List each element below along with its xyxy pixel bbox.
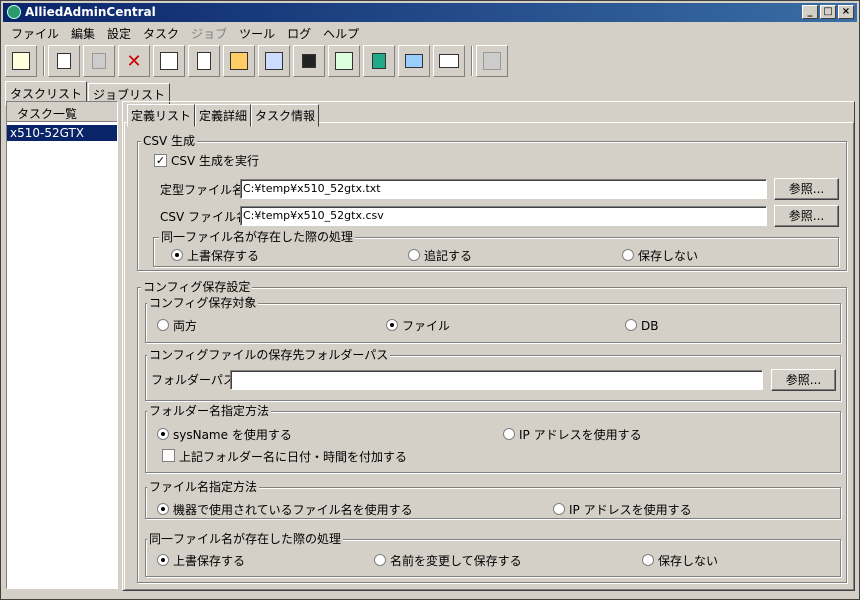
menu-task[interactable]: タスク xyxy=(137,23,185,41)
schedule-icon[interactable] xyxy=(328,45,360,77)
csv-browse-button[interactable]: 参照... xyxy=(774,205,839,227)
folder-browse-button[interactable]: 参照... xyxy=(771,369,836,391)
menu-log[interactable]: ログ xyxy=(281,23,317,41)
close-button[interactable]: × xyxy=(838,5,854,19)
csv-append-label: 追記する xyxy=(424,249,473,263)
csv-enable-checkbox[interactable]: ✓ xyxy=(154,154,167,167)
file-ip-label: IP アドレスを使用する xyxy=(569,503,692,517)
target-file-radio[interactable] xyxy=(386,319,398,331)
inner-tab-strip: 定義リスト 定義詳細 タスク情報 xyxy=(127,104,320,127)
target-both-label: 両方 xyxy=(173,319,198,333)
task-icon[interactable] xyxy=(153,45,185,77)
template-browse-button[interactable]: 参照... xyxy=(774,178,839,200)
folder-path-label: フォルダーパス: xyxy=(151,373,239,387)
file-device-name-radio[interactable] xyxy=(157,503,169,515)
panel-icon[interactable] xyxy=(363,45,395,77)
file-ip-radio[interactable] xyxy=(553,503,565,515)
minimize-button[interactable]: _ xyxy=(802,5,818,19)
menu-bar: ファイル 編集 設定 タスク ジョブ ツール ログ ヘルプ xyxy=(5,23,365,41)
copy-icon[interactable] xyxy=(48,45,80,77)
import-icon[interactable] xyxy=(5,45,37,77)
log-icon[interactable] xyxy=(433,45,465,77)
template-file-label: 定型ファイル名: xyxy=(160,183,249,197)
folder-ip-label: IP アドレスを使用する xyxy=(519,428,642,442)
config-overwrite-radio[interactable] xyxy=(157,554,169,566)
config-rename-radio[interactable] xyxy=(374,554,386,566)
csv-file-label: CSV ファイル名: xyxy=(160,210,253,224)
folder-datetime-checkbox[interactable] xyxy=(162,449,175,462)
csv-overwrite-radio[interactable] xyxy=(171,249,183,261)
config-nosave-label: 保存しない xyxy=(658,554,719,568)
menu-edit[interactable]: 編集 xyxy=(65,23,101,41)
menu-job[interactable]: ジョブ xyxy=(185,23,233,41)
menu-file[interactable]: ファイル xyxy=(5,23,65,41)
delete-icon[interactable]: ✕ xyxy=(118,45,150,77)
tab-task-info[interactable]: タスク情報 xyxy=(251,104,320,127)
menu-help[interactable]: ヘルプ xyxy=(317,23,365,41)
csv-nosave-radio[interactable] xyxy=(622,249,634,261)
folder-datetime-label: 上記フォルダー名に日付・時間を付加する xyxy=(179,450,408,464)
file-name-legend: ファイル名指定方法 xyxy=(147,480,260,494)
save-icon[interactable] xyxy=(293,45,325,77)
title-bar[interactable]: AlliedAdminCentral _ □ × xyxy=(3,3,857,22)
target-both-radio[interactable] xyxy=(157,319,169,331)
target-db-radio[interactable] xyxy=(625,319,637,331)
window-title: AlliedAdminCentral xyxy=(25,5,156,19)
maximize-button[interactable]: □ xyxy=(820,5,836,19)
config-nosave-radio[interactable] xyxy=(642,554,654,566)
paste-icon[interactable] xyxy=(83,45,115,77)
template-file-input[interactable]: C:¥temp¥x510_52gtx.txt xyxy=(240,179,767,199)
tab-definition-detail[interactable]: 定義詳細 xyxy=(195,104,252,127)
device-icon[interactable] xyxy=(398,45,430,77)
csv-group-legend: CSV 生成 xyxy=(141,134,198,148)
csv-duplicate-legend: 同一ファイル名が存在した際の処理 xyxy=(159,230,356,244)
task-list-header[interactable]: タスク一覧 xyxy=(7,102,117,122)
folder-sysname-radio[interactable] xyxy=(157,428,169,440)
task-list-item[interactable]: x510-52GTX xyxy=(7,125,117,141)
csv-file-input[interactable]: C:¥temp¥x510_52gtx.csv xyxy=(240,206,767,226)
csv-nosave-label: 保存しない xyxy=(638,249,699,263)
new-icon[interactable] xyxy=(188,45,220,77)
config-target-legend: コンフィグ保存対象 xyxy=(147,296,259,310)
folder-icon[interactable] xyxy=(223,45,255,77)
csv-enable-label: CSV 生成を実行 xyxy=(171,154,260,168)
config-overwrite-label: 上書保存する xyxy=(173,554,246,568)
app-icon xyxy=(7,5,21,19)
agent-icon[interactable] xyxy=(476,45,508,77)
config-group-legend: コンフィグ保存設定 xyxy=(141,280,253,294)
folder-ip-radio[interactable] xyxy=(503,428,515,440)
config-duplicate-legend: 同一ファイル名が存在した際の処理 xyxy=(147,532,344,546)
csv-append-radio[interactable] xyxy=(408,249,420,261)
target-file-label: ファイル xyxy=(402,319,451,333)
task-list-panel: タスク一覧 x510-52GTX xyxy=(6,101,118,589)
app-window: AlliedAdminCentral _ □ × ファイル 編集 設定 タスク … xyxy=(0,0,860,600)
target-db-label: DB xyxy=(641,319,659,333)
toolbar: ✕ xyxy=(5,43,511,79)
menu-settings[interactable]: 設定 xyxy=(101,23,137,41)
folder-name-legend: フォルダー名指定方法 xyxy=(147,404,272,418)
folder-path-legend: コンフィグファイルの保存先フォルダーパス xyxy=(147,348,391,362)
csv-overwrite-label: 上書保存する xyxy=(187,249,260,263)
transfer-icon[interactable] xyxy=(258,45,290,77)
folder-sysname-label: sysName を使用する xyxy=(173,428,292,442)
menu-tools[interactable]: ツール xyxy=(233,23,281,41)
tab-definition-list[interactable]: 定義リスト xyxy=(127,104,196,127)
folder-path-input[interactable] xyxy=(230,370,763,390)
file-device-name-label: 機器で使用されているファイル名を使用する xyxy=(173,503,413,517)
config-rename-label: 名前を変更して保存する xyxy=(390,554,522,568)
